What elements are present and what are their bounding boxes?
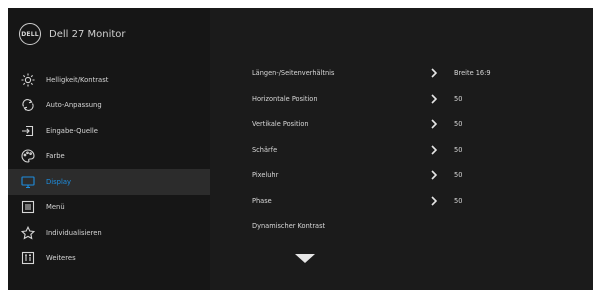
menu-item-color[interactable]: Farbe bbox=[8, 144, 210, 170]
menu-label: Weiteres bbox=[46, 254, 76, 263]
menu-item-others[interactable]: Weiteres bbox=[8, 246, 210, 272]
menu-label: Auto-Anpassung bbox=[46, 101, 102, 110]
chevron-right-icon bbox=[431, 144, 438, 157]
menu-item-input-source[interactable]: Eingabe-Quelle bbox=[8, 118, 210, 144]
menu-label: Eingabe-Quelle bbox=[46, 126, 98, 135]
menu-label: Individualisieren bbox=[46, 228, 102, 237]
setting-value: 50 bbox=[454, 171, 463, 179]
osd-window: DELL Dell 27 Monitor Helligkeit/Kontrast bbox=[8, 8, 593, 290]
menu-item-display[interactable]: Display bbox=[8, 169, 210, 195]
setting-sharpness[interactable]: Schärfe 50 bbox=[210, 140, 593, 160]
sidebar: DELL Dell 27 Monitor Helligkeit/Kontrast bbox=[8, 8, 210, 290]
input-source-icon bbox=[21, 124, 35, 138]
menu-label: Farbe bbox=[46, 152, 65, 161]
chevron-right-icon bbox=[431, 170, 438, 182]
setting-dynamic-contrast[interactable]: Dynamischer Kontrast bbox=[210, 216, 593, 236]
setting-phase[interactable]: Phase 50 bbox=[210, 191, 593, 211]
menu-label: Menü bbox=[46, 203, 65, 212]
star-icon bbox=[21, 225, 35, 240]
setting-label: Horizontale Position bbox=[252, 94, 318, 103]
setting-pixel-clock[interactable]: Pixeluhr 50 bbox=[210, 165, 593, 185]
menu-label: Display bbox=[46, 177, 72, 186]
setting-horizontal-position[interactable]: Horizontale Position 50 bbox=[210, 89, 593, 109]
monitor-title: Dell 27 Monitor bbox=[49, 28, 126, 40]
setting-vertical-position[interactable]: Vertikale Position 50 bbox=[210, 114, 593, 134]
setting-value: 50 bbox=[454, 120, 463, 128]
chevron-right-icon bbox=[431, 68, 438, 80]
color-icon bbox=[21, 149, 35, 163]
chevron-right-icon bbox=[431, 93, 438, 106]
menu-item-personalize[interactable]: Individualisieren bbox=[8, 220, 210, 246]
menu-item-menu[interactable]: Menü bbox=[8, 195, 210, 221]
setting-aspect-ratio[interactable]: Längen-/Seitenverhältnis Breite 16:9 bbox=[210, 63, 593, 83]
setting-label: Phase bbox=[252, 196, 272, 205]
setting-value: 50 bbox=[454, 94, 463, 103]
main-menu: Helligkeit/Kontrast Auto-Anpassung Einga… bbox=[8, 67, 210, 271]
chevron-right-icon bbox=[431, 119, 438, 131]
menu-icon bbox=[21, 200, 35, 214]
setting-value: 50 bbox=[454, 196, 463, 205]
setting-value: Breite 16:9 bbox=[454, 69, 491, 77]
setting-value: 50 bbox=[454, 145, 463, 154]
setting-label: Längen-/Seitenverhältnis bbox=[252, 69, 335, 77]
setting-label: Vertikale Position bbox=[252, 120, 309, 128]
scroll-down-arrow-icon[interactable] bbox=[295, 248, 315, 267]
setting-label: Dynamischer Kontrast bbox=[252, 222, 326, 230]
brand-header: DELL Dell 27 Monitor bbox=[8, 8, 210, 60]
setting-label: Schärfe bbox=[252, 145, 278, 154]
auto-adjust-icon bbox=[21, 98, 35, 112]
display-icon bbox=[21, 175, 35, 189]
display-settings-panel: Längen-/Seitenverhältnis Breite 16:9 Hor… bbox=[210, 8, 593, 290]
brightness-icon bbox=[21, 73, 35, 87]
others-icon bbox=[21, 251, 35, 265]
menu-label: Helligkeit/Kontrast bbox=[46, 75, 109, 84]
chevron-right-icon bbox=[431, 195, 438, 208]
menu-item-brightness-contrast[interactable]: Helligkeit/Kontrast bbox=[8, 67, 210, 93]
setting-label: Pixeluhr bbox=[252, 171, 279, 179]
dell-logo: DELL bbox=[19, 23, 41, 45]
menu-item-auto-adjust[interactable]: Auto-Anpassung bbox=[8, 93, 210, 119]
